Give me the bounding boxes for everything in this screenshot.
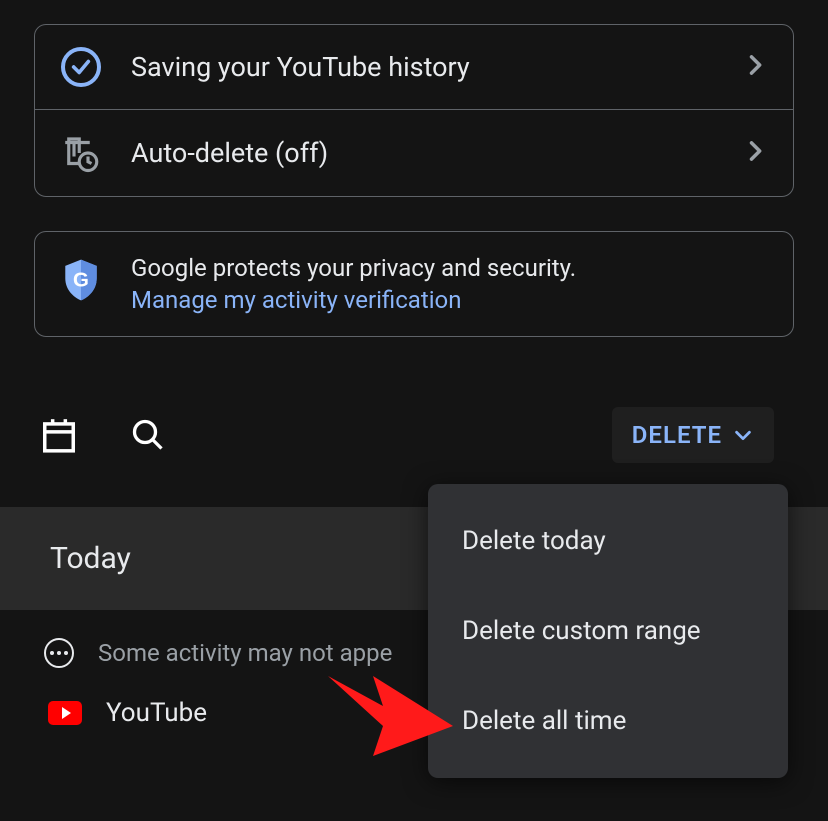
chevron-right-icon: [741, 51, 769, 83]
auto-delete-label: Auto-delete (off): [131, 137, 713, 169]
shield-icon: G: [59, 254, 103, 302]
manage-verification-link[interactable]: Manage my activity verification: [131, 286, 769, 314]
auto-delete-icon: [59, 132, 103, 174]
more-icon[interactable]: [44, 638, 74, 668]
delete-today-item[interactable]: Delete today: [428, 496, 788, 586]
delete-all-time-item[interactable]: Delete all time: [428, 676, 788, 766]
delete-button-label: DELETE: [632, 421, 722, 449]
svg-text:G: G: [73, 269, 89, 291]
saving-history-label: Saving your YouTube history: [131, 51, 713, 83]
delete-dropdown: Delete today Delete custom range Delete …: [428, 484, 788, 778]
settings-card: Saving your YouTube history Auto-delete …: [34, 24, 794, 197]
chevron-down-icon: [732, 424, 754, 446]
delete-button[interactable]: DELETE: [612, 407, 774, 463]
calendar-icon[interactable]: [40, 416, 78, 454]
auto-delete-row[interactable]: Auto-delete (off): [35, 109, 793, 196]
privacy-card: G Google protects your privacy and secur…: [34, 231, 794, 337]
activity-notice-text: Some activity may not appe: [98, 639, 392, 667]
activity-toolbar: DELETE: [34, 407, 794, 463]
youtube-icon: [48, 701, 82, 725]
check-circle-icon: [59, 47, 103, 87]
chevron-right-icon: [741, 137, 769, 169]
search-icon[interactable]: [130, 417, 166, 453]
privacy-text: Google protects your privacy and securit…: [131, 254, 769, 282]
delete-custom-range-item[interactable]: Delete custom range: [428, 586, 788, 676]
saving-history-row[interactable]: Saving your YouTube history: [35, 25, 793, 109]
service-label: YouTube: [106, 698, 207, 728]
